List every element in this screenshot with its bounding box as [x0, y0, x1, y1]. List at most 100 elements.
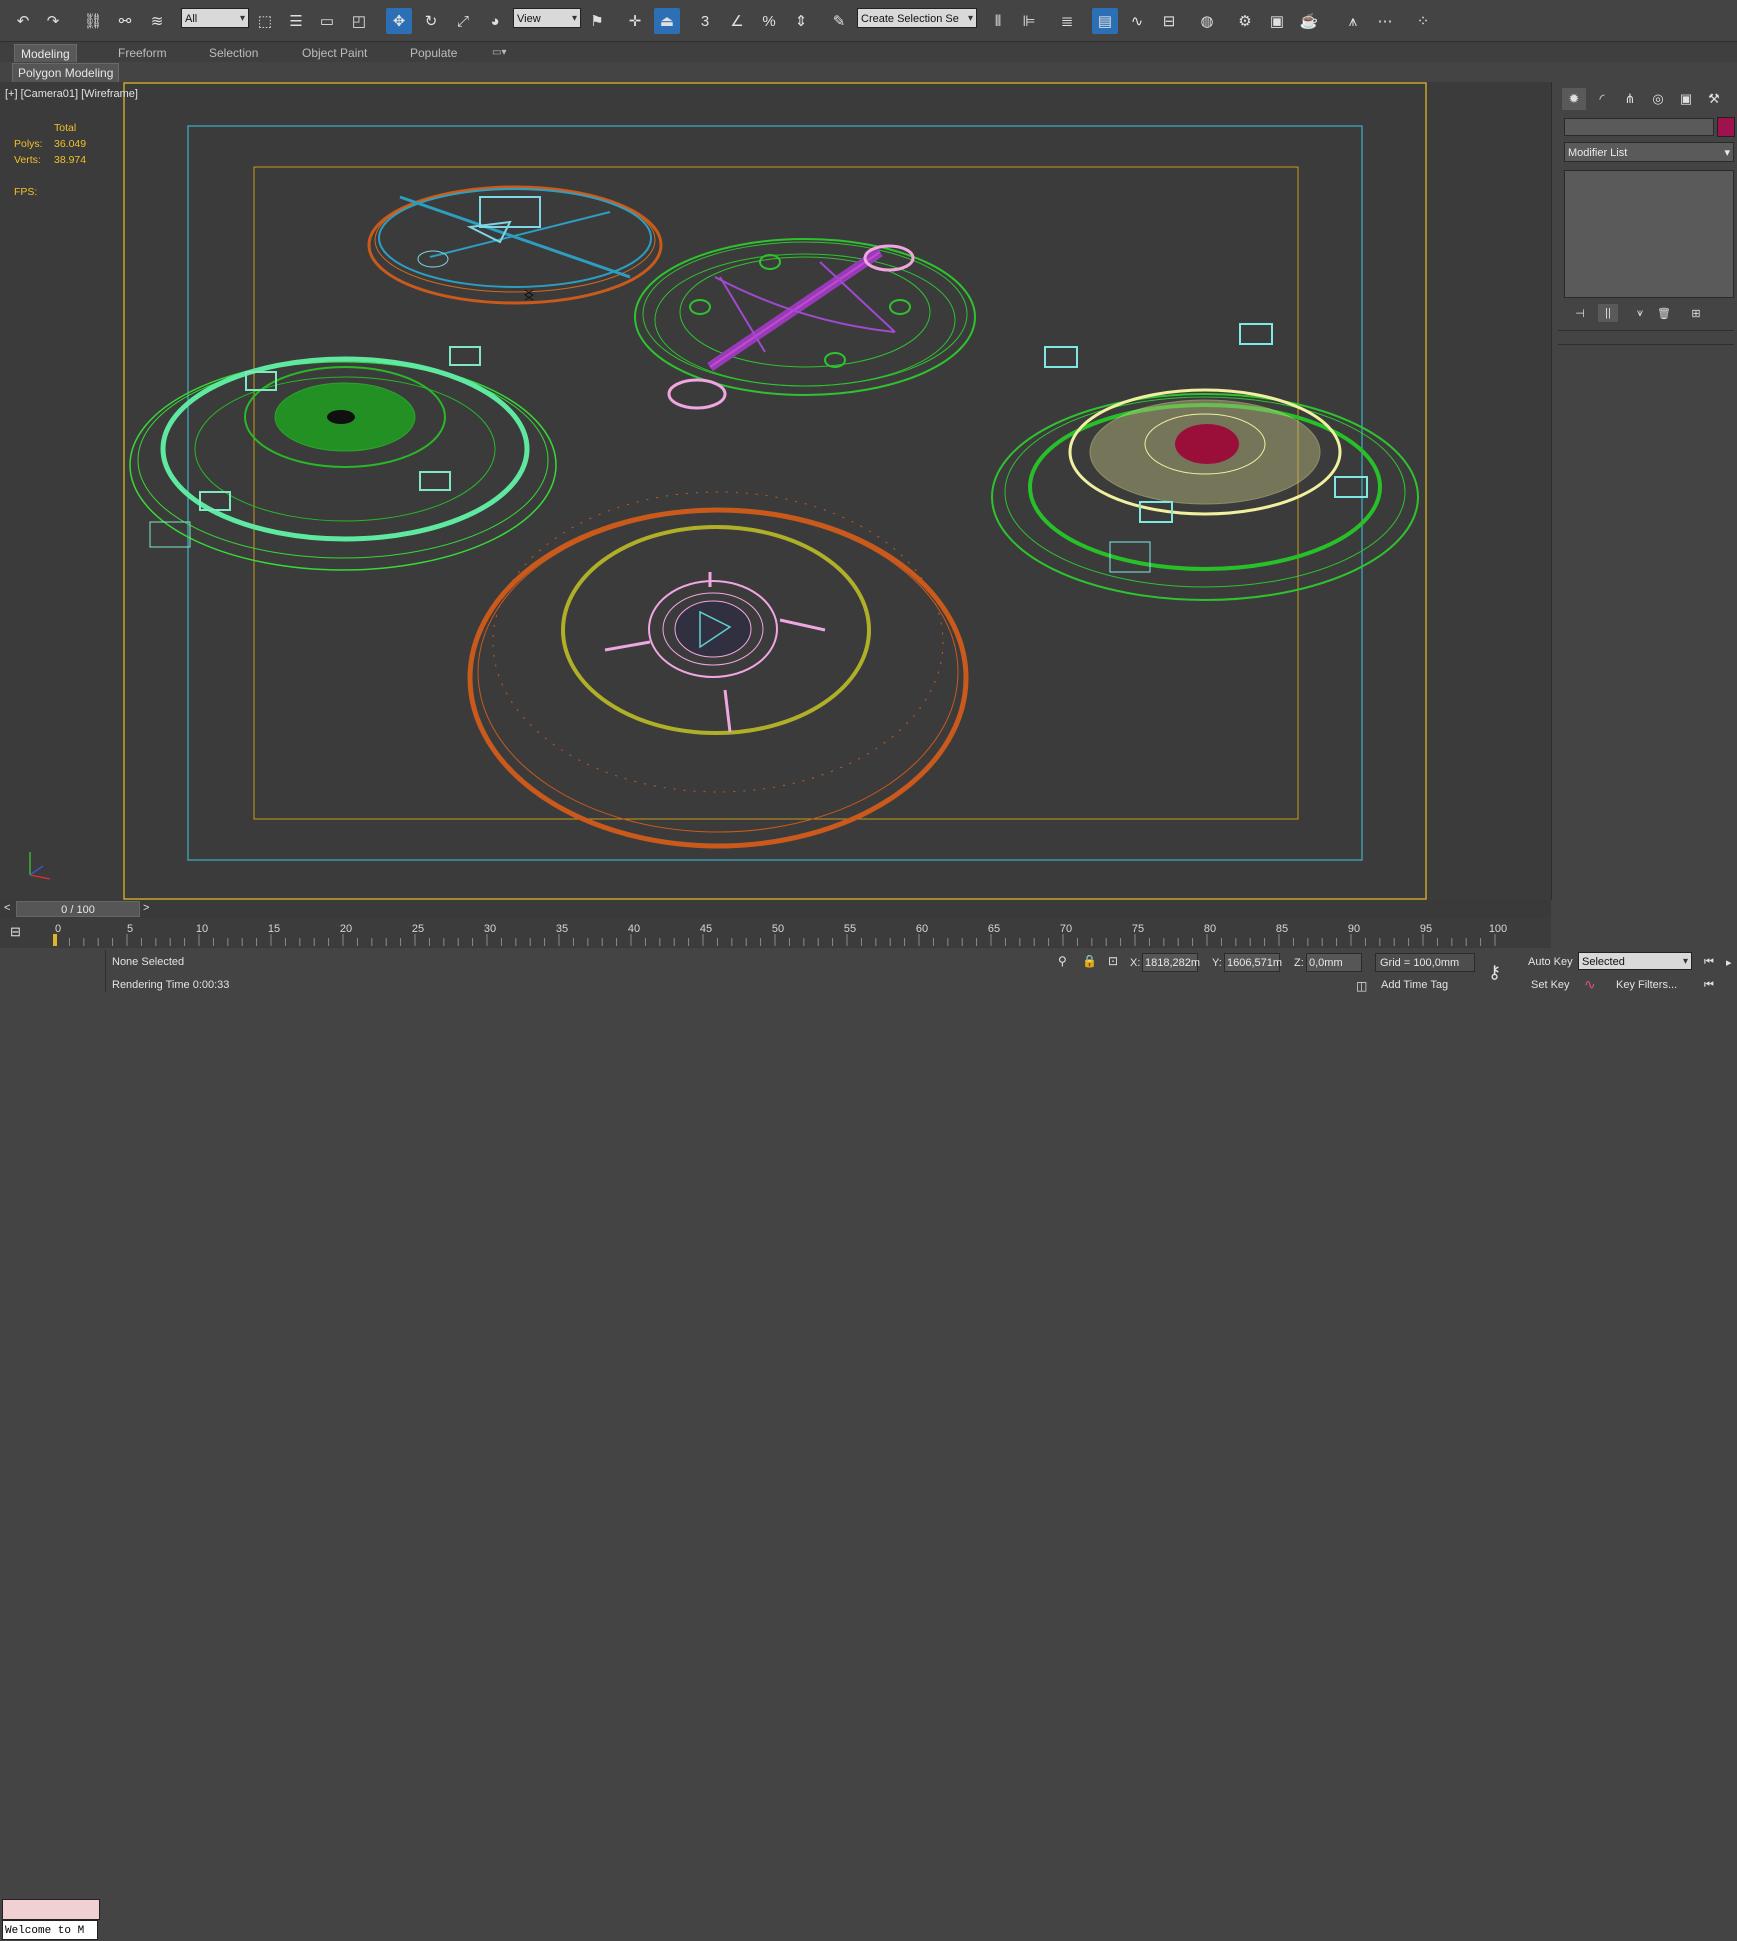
- time-slider[interactable]: 0 / 100: [16, 901, 140, 917]
- curve-editor-icon[interactable]: ∿: [1124, 8, 1150, 34]
- pin-stack-icon[interactable]: ⊣: [1570, 304, 1590, 322]
- named-selection-dropdown[interactable]: Create Selection Se: [857, 8, 977, 29]
- stack-buttons: ⊣ || ⩛ 🗑 ⊞: [1560, 302, 1734, 324]
- z-coordinate-field[interactable]: 0,0mm: [1306, 953, 1362, 972]
- trackbar-tick-label: 90: [1348, 923, 1360, 935]
- modifier-stack[interactable]: [1564, 170, 1734, 298]
- make-unique-icon[interactable]: ⩛: [1630, 304, 1650, 322]
- link-icon[interactable]: ⛓: [80, 8, 106, 34]
- manipulate-icon[interactable]: ✛: [622, 8, 648, 34]
- trackbar-tick-label: 80: [1204, 923, 1216, 935]
- modifier-list-dropdown[interactable]: Modifier List: [1564, 142, 1734, 163]
- select-place-icon[interactable]: ◕: [482, 8, 508, 34]
- panel-divider: [1558, 330, 1734, 331]
- viewport-camera[interactable]: [+] [Camera01] [Wireframe] Total Polys: 3…: [0, 82, 1551, 900]
- render-setup-icon[interactable]: ⚙: [1232, 8, 1258, 34]
- viewport-scene: [29, 82, 1427, 900]
- trackbar-tick-label: 25: [412, 923, 424, 935]
- window-crossing-icon[interactable]: ◰: [346, 8, 372, 34]
- trackbar-tick-label: 75: [1132, 923, 1144, 935]
- angle-snap-icon[interactable]: ∠: [724, 8, 750, 34]
- selection-lock-icon[interactable]: 🔒: [1082, 954, 1097, 968]
- selection-filter-dropdown[interactable]: All: [181, 8, 249, 29]
- rendering-time: Rendering Time 0:00:33: [112, 979, 230, 991]
- key-tangent-icon[interactable]: ∿: [1584, 976, 1596, 993]
- trackbar-tick-label: 40: [628, 923, 640, 935]
- set-key-button[interactable]: Set Key: [1531, 979, 1570, 991]
- percent-snap-icon[interactable]: %: [756, 8, 782, 34]
- render-production-icon[interactable]: ☕: [1296, 8, 1322, 34]
- time-next-icon[interactable]: >: [143, 902, 149, 914]
- set-key-icon[interactable]: ⚷: [1488, 962, 1501, 983]
- configure-modifier-sets-icon[interactable]: ⊞: [1686, 304, 1706, 322]
- tab-populate[interactable]: Populate: [404, 44, 463, 62]
- material-editor-icon[interactable]: ◍: [1194, 8, 1220, 34]
- trackbar-tick-label: 10: [196, 923, 208, 935]
- utilities-tab-icon[interactable]: ⚒: [1702, 88, 1726, 110]
- object-name-field[interactable]: [1564, 118, 1714, 136]
- key-mode-dropdown[interactable]: Selected: [1578, 952, 1692, 971]
- edit-named-selection-icon[interactable]: ✎: [826, 8, 852, 34]
- bind-space-warp-icon[interactable]: ≋: [144, 8, 170, 34]
- absolute-mode-icon[interactable]: ⊡: [1108, 954, 1118, 968]
- status-divider: [105, 950, 106, 992]
- rendered-frame-window-icon[interactable]: ▣: [1264, 8, 1290, 34]
- trackbar-tick-label: 30: [484, 923, 496, 935]
- rect-selection-icon[interactable]: ▭: [314, 8, 340, 34]
- motion-tab-icon[interactable]: ◎: [1646, 88, 1670, 110]
- add-time-tag-button[interactable]: Add Time Tag: [1381, 979, 1448, 991]
- hierarchy-tab-icon[interactable]: ⋔: [1618, 88, 1642, 110]
- time-prev-icon[interactable]: <: [4, 902, 10, 914]
- schematic-view-icon[interactable]: ⊟: [1156, 8, 1182, 34]
- auto-key-button[interactable]: Auto Key: [1528, 956, 1573, 968]
- redo-icon[interactable]: ↷: [40, 8, 66, 34]
- particle-view-icon[interactable]: ⁘: [1410, 8, 1436, 34]
- x-coordinate-field[interactable]: 1818,282m: [1142, 953, 1200, 972]
- time-tag-icon[interactable]: ◫: [1356, 979, 1367, 993]
- object-color-swatch[interactable]: [1717, 117, 1735, 137]
- display-tab-icon[interactable]: ▣: [1674, 88, 1698, 110]
- maxscript-output[interactable]: Welcome to M: [2, 1920, 98, 1940]
- undo-icon[interactable]: ↶: [10, 8, 36, 34]
- modify-tab-icon[interactable]: ◜: [1590, 88, 1614, 110]
- play-icon[interactable]: ▸: [1726, 956, 1732, 969]
- align-icon[interactable]: ⊫: [1016, 8, 1042, 34]
- polys-value: 36.049: [54, 138, 87, 150]
- tab-freeform[interactable]: Freeform: [112, 44, 173, 62]
- select-rotate-icon[interactable]: ↻: [418, 8, 444, 34]
- y-coordinate-field[interactable]: 1606,571m: [1224, 953, 1282, 972]
- previous-frame-icon[interactable]: ⏮: [1704, 979, 1714, 992]
- massfx-icon[interactable]: ⩚: [1340, 8, 1366, 34]
- tab-selection[interactable]: Selection: [203, 44, 264, 62]
- show-end-result-icon[interactable]: ||: [1598, 304, 1618, 322]
- polygon-modeling-button[interactable]: Polygon Modeling: [12, 63, 120, 83]
- spinner-snap-icon[interactable]: ⇕: [788, 8, 814, 34]
- reference-coord-dropdown[interactable]: View: [513, 8, 581, 29]
- select-object-icon[interactable]: ⬚: [252, 8, 278, 34]
- track-view-icon[interactable]: ⋯: [1372, 8, 1398, 34]
- command-panel: ✹ ◜ ⋔ ◎ ▣ ⚒ Modifier List ⊣ || ⩛ 🗑 ⊞: [1551, 82, 1737, 900]
- unlink-icon[interactable]: ⚯: [112, 8, 138, 34]
- isolate-selection-icon[interactable]: ⚲: [1058, 954, 1067, 968]
- keyboard-shortcut-override-icon[interactable]: ⏏: [654, 8, 680, 34]
- viewport-label[interactable]: [+] [Camera01] [Wireframe]: [5, 88, 138, 100]
- pivot-center-icon[interactable]: ⚑: [584, 8, 610, 34]
- remove-modifier-icon[interactable]: 🗑: [1654, 304, 1674, 322]
- ribbon-options-icon[interactable]: ▭▾: [486, 44, 512, 62]
- layer-explorer-icon[interactable]: ≣: [1054, 8, 1080, 34]
- select-move-icon[interactable]: ✥: [386, 8, 412, 34]
- mirror-icon[interactable]: ⫴: [985, 8, 1011, 34]
- select-scale-icon[interactable]: ⤢: [450, 8, 476, 34]
- go-to-start-icon[interactable]: ⏮: [1704, 956, 1714, 969]
- trackbar-tick-label: 100: [1489, 923, 1507, 935]
- tab-modeling[interactable]: Modeling: [14, 44, 77, 63]
- ribbon-tabs: Modeling Freeform Selection Object Paint…: [0, 42, 1737, 63]
- snaps-toggle-icon[interactable]: 3: [692, 8, 718, 34]
- scene-explorer-icon[interactable]: ▤: [1092, 8, 1118, 34]
- select-by-name-icon[interactable]: ☰: [283, 8, 309, 34]
- tab-object-paint[interactable]: Object Paint: [296, 44, 373, 62]
- maxscript-mini-listener[interactable]: [2, 1899, 100, 1920]
- trackbar[interactable]: ⊟ 0 5 10 15 20 25 30 35 40 45 50 55 60 65 70 75 80 85 90 95…: [0, 918, 1551, 948]
- create-tab-icon[interactable]: ✹: [1562, 88, 1586, 110]
- key-filters-button[interactable]: Key Filters...: [1616, 979, 1677, 991]
